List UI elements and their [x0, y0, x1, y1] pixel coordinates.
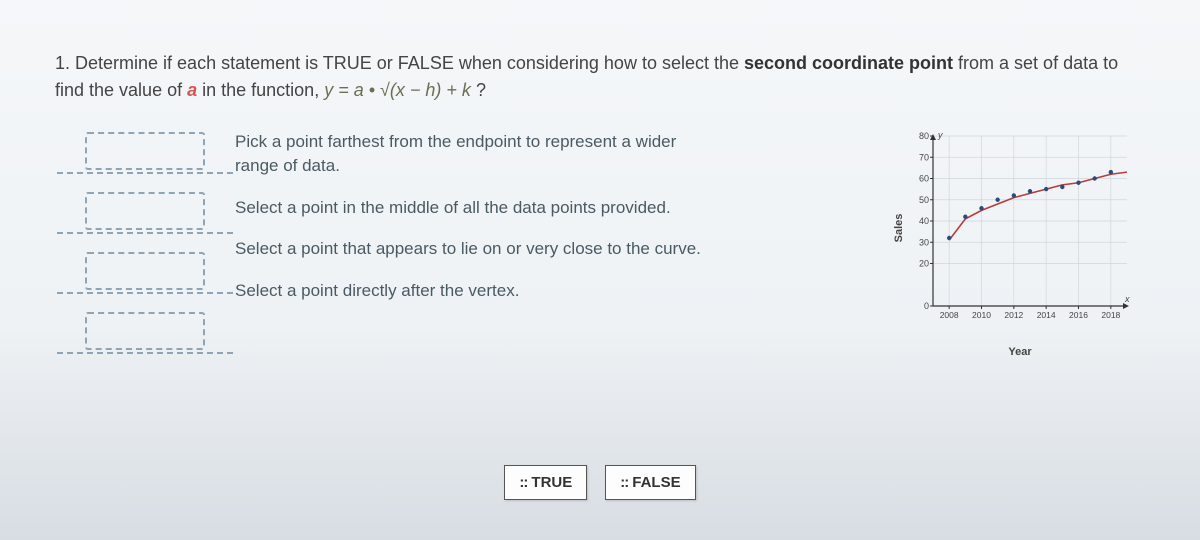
drag-handle-icon: :: [519, 474, 527, 491]
svg-text:x: x [1124, 294, 1130, 304]
drop-zone-3[interactable] [85, 252, 205, 290]
svg-text:0: 0 [924, 301, 929, 311]
prompt-eqn: y = a • √(x − h) + k [324, 80, 471, 100]
drop-zone-4[interactable] [85, 312, 205, 350]
chart-ylabel: Sales [893, 214, 905, 243]
svg-text:y: y [937, 130, 943, 140]
drag-handle-icon: :: [620, 474, 628, 491]
chip-false[interactable]: ::FALSE [605, 465, 695, 500]
svg-text:2008: 2008 [940, 310, 959, 320]
statement-3: Select a point that appears to lie on or… [235, 237, 715, 261]
svg-text:2014: 2014 [1037, 310, 1056, 320]
chip-true[interactable]: ::TRUE [504, 465, 587, 500]
answer-bank: ::TRUE ::FALSE [0, 465, 1200, 500]
chart-container: Sales Year 02030405060708020082010201220… [905, 128, 1135, 328]
chip-true-label: TRUE [531, 474, 572, 491]
svg-text:60: 60 [919, 174, 929, 184]
prompt-tail: ? [471, 80, 486, 100]
svg-text:40: 40 [919, 216, 929, 226]
question-prompt: 1. Determine if each statement is TRUE o… [55, 50, 1145, 104]
prompt-bold: second coordinate point [744, 53, 953, 73]
statement-1: Pick a point farthest from the endpoint … [235, 130, 715, 178]
svg-text:2018: 2018 [1101, 310, 1120, 320]
prompt-prefix: 1. Determine if each statement is TRUE o… [55, 53, 744, 73]
svg-text:50: 50 [919, 195, 929, 205]
statements-column: Pick a point farthest from the endpoint … [235, 124, 895, 303]
svg-text:70: 70 [919, 152, 929, 162]
svg-text:20: 20 [919, 259, 929, 269]
chip-false-label: FALSE [632, 474, 680, 491]
prompt-a: a [187, 80, 197, 100]
statement-4: Select a point directly after the vertex… [235, 279, 715, 303]
drop-zone-2[interactable] [85, 192, 205, 230]
svg-text:2012: 2012 [1004, 310, 1023, 320]
svg-text:2010: 2010 [972, 310, 991, 320]
statement-2: Select a point in the middle of all the … [235, 196, 715, 220]
svg-text:30: 30 [919, 237, 929, 247]
svg-text:2016: 2016 [1069, 310, 1088, 320]
content-row: Pick a point farthest from the endpoint … [55, 124, 1145, 350]
chart-svg: 0 20 30 40 50 60 70 80 2008 2010 2012 2014 2016 2018 y… [905, 128, 1135, 328]
svg-text:80: 80 [919, 131, 929, 141]
chart-column: Sales Year 02030405060708020082010201220… [905, 124, 1145, 328]
drop-zone-1[interactable] [85, 132, 205, 170]
drop-targets-column [55, 124, 225, 350]
question-block: 1. Determine if each statement is TRUE o… [55, 50, 1145, 350]
chart-xlabel: Year [1008, 346, 1031, 358]
prompt-mid2: in the function, [197, 80, 324, 100]
